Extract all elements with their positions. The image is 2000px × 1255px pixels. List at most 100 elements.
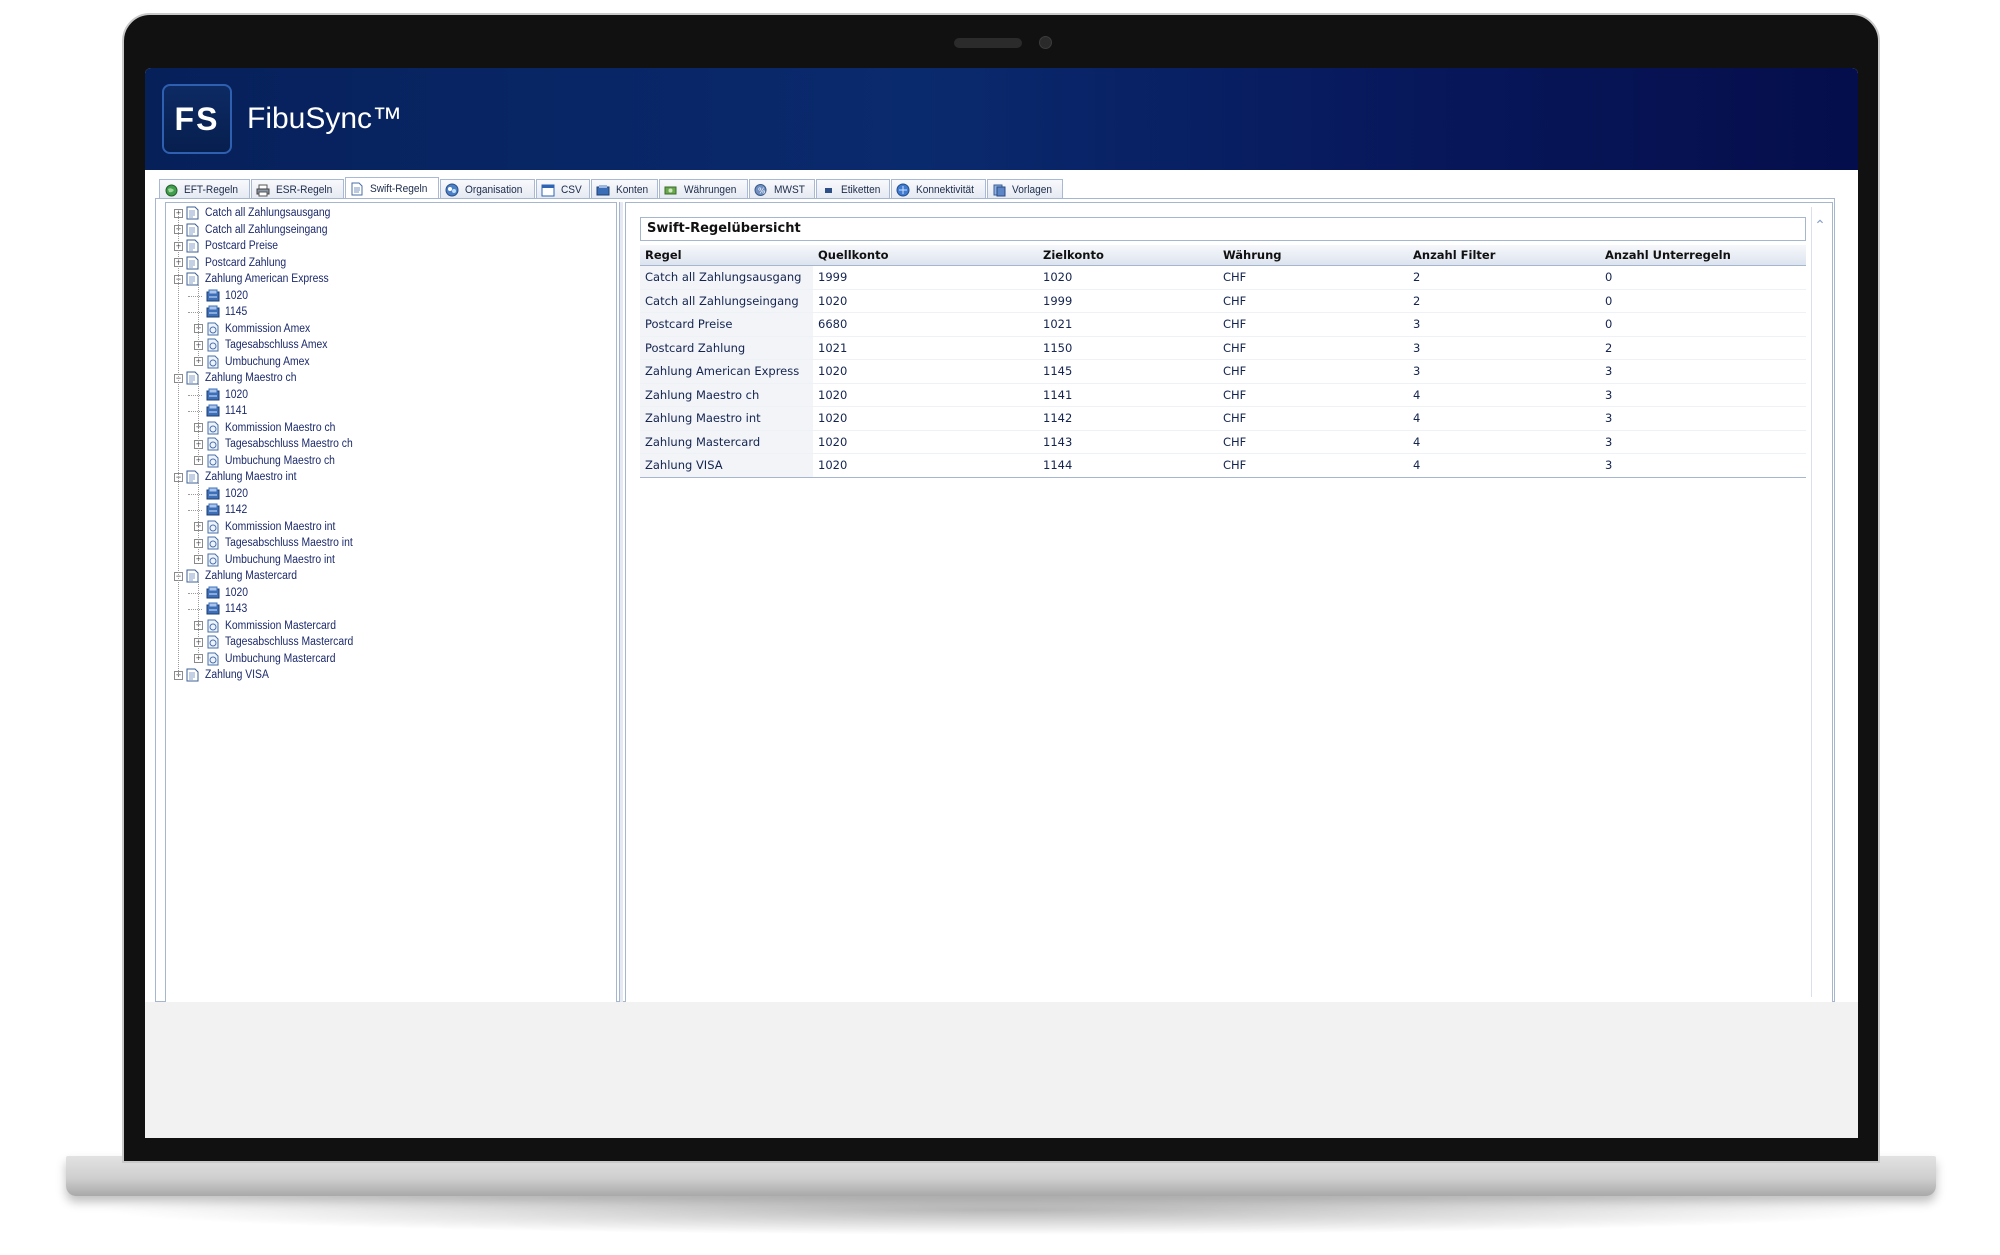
tree-node-subrule[interactable]: + Tagesabschluss Maestro ch	[194, 436, 367, 452]
app-body: EFT-Regeln ESR-Regeln Swift-Regeln Organisa…	[145, 170, 1858, 1002]
tab-swift-regeln[interactable]: Swift-Regeln	[344, 177, 440, 200]
table-cell: 1020	[813, 406, 1038, 431]
window-icon	[541, 183, 555, 197]
table-cell: 1020	[1038, 265, 1218, 290]
tab-label: EFT-Regeln	[184, 184, 239, 196]
tree-node-label: 1143	[225, 603, 248, 615]
content-panel: + Catch all Zahlungsausgang + Catch all Zah…	[155, 198, 1835, 1002]
vertical-scrollbar[interactable]	[1811, 207, 1830, 997]
tree-node-label: Kommission Maestro int	[225, 520, 336, 533]
tree-node-subrule[interactable]: + Tagesabschluss Maestro int	[194, 535, 367, 551]
table-row[interactable]: Zahlung American Express 1020 1145 CHF 3 3	[640, 359, 1806, 384]
table-cell: 1020	[813, 289, 1038, 313]
table-row[interactable]: Zahlung Maestro ch 1020 1141 CHF 4 3	[640, 383, 1806, 407]
table-cell: 1141	[1038, 383, 1218, 407]
subrule-icon	[206, 338, 220, 352]
tree-connector-line	[178, 213, 179, 675]
table-row[interactable]: Postcard Zahlung 1021 1150 CHF 3 2	[640, 336, 1806, 360]
tree-node-account[interactable]: 1141	[194, 403, 250, 419]
tree-node-subrule[interactable]: + Kommission Maestro int	[194, 519, 348, 535]
column-header[interactable]: Anzahl Unterregeln	[1600, 245, 1806, 266]
scroll-up-icon[interactable]: ⌃	[1812, 217, 1828, 234]
table-cell: 2	[1600, 336, 1806, 360]
table-cell: CHF	[1218, 359, 1408, 384]
column-header[interactable]: Währung	[1218, 245, 1408, 266]
table-cell: CHF	[1218, 265, 1408, 290]
tree-node-rule[interactable]: + Postcard Zahlung	[174, 255, 295, 271]
table-cell: 3	[1408, 359, 1600, 384]
table-row[interactable]: Zahlung VISA 1020 1144 CHF 4 3	[640, 453, 1806, 478]
rule-icon	[186, 239, 200, 253]
tree-node-rule[interactable]: − Zahlung Maestro ch	[174, 370, 307, 386]
tree-node-label: 1020	[225, 487, 249, 500]
table-cell: 1145	[1038, 359, 1218, 384]
tree-node-rule[interactable]: − Zahlung Maestro int	[174, 469, 307, 485]
tab-konten[interactable]: Konten	[591, 179, 659, 200]
tree-node-subrule[interactable]: + Umbuchung Maestro ch	[194, 453, 347, 469]
tree-node-label: Zahlung VISA	[205, 669, 269, 681]
column-header[interactable]: Regel	[640, 245, 813, 266]
tree-node-subrule[interactable]: + Umbuchung Amex	[194, 354, 319, 370]
rule-icon	[186, 668, 200, 682]
table-cell: 4	[1408, 383, 1600, 407]
tab-label: ESR-Regeln	[275, 184, 332, 196]
tab-csv[interactable]: CSV	[535, 179, 591, 200]
table-cell: 3	[1408, 312, 1600, 337]
tree-node-label: Kommission Maestro ch	[225, 421, 336, 434]
tree-node-account[interactable]: 1143	[194, 601, 250, 617]
tree-node-label: Zahlung American Express	[205, 273, 329, 285]
templates-icon	[992, 183, 1006, 197]
table-cell: 1150	[1038, 336, 1218, 360]
tree-node-label: Tagesabschluss Mastercard	[225, 636, 354, 648]
account-icon	[206, 503, 220, 517]
tree-node-rule[interactable]: + Postcard Preise	[174, 238, 286, 254]
account-icon	[206, 289, 220, 303]
tab-konnektivität[interactable]: Konnektivität	[891, 179, 987, 200]
tree-node-account[interactable]: 1020	[194, 387, 251, 403]
tree-node-rule[interactable]: − Zahlung Mastercard	[174, 568, 307, 584]
tab-label: Konnektivität	[916, 184, 975, 196]
tree-node-account[interactable]: 1020	[194, 288, 251, 304]
tree-node-account[interactable]: 1145	[194, 304, 250, 320]
tree-node-rule[interactable]: + Catch all Zahlungseingang	[174, 222, 341, 238]
tree-node-label: Catch all Zahlungseingang	[205, 223, 328, 236]
tree-node-rule[interactable]: − Zahlung American Express	[174, 271, 342, 287]
document-icon	[350, 182, 364, 196]
tree-node-subrule[interactable]: + Kommission Amex	[194, 321, 320, 337]
tree-node-account[interactable]: 1020	[194, 486, 251, 502]
tab-organisation[interactable]: Organisation	[440, 179, 535, 200]
currency-icon	[664, 183, 678, 197]
tree-node-account[interactable]: 1020	[194, 585, 251, 601]
overview-title: Swift-Regelübersicht	[640, 217, 1806, 241]
tree-node-subrule[interactable]: + Kommission Maestro ch	[194, 420, 348, 436]
tab-label: Organisation	[465, 184, 523, 196]
table-cell: Catch all Zahlungsausgang	[640, 265, 813, 290]
column-header[interactable]: Anzahl Filter	[1408, 245, 1600, 266]
tab-esr-regeln[interactable]: ESR-Regeln	[250, 179, 344, 200]
tab-etiketten[interactable]: Etiketten	[815, 179, 891, 200]
column-header[interactable]: Zielkonto	[1038, 245, 1218, 266]
table-row[interactable]: Catch all Zahlungseingang 1020 1999 CHF 2 0	[640, 289, 1806, 313]
tree-node-rule[interactable]: + Zahlung VISA	[174, 667, 276, 683]
tree-node-subrule[interactable]: + Umbuchung Maestro int	[194, 552, 347, 568]
tab-währungen[interactable]: Währungen	[659, 179, 748, 200]
tree-node-account[interactable]: 1142	[194, 502, 250, 518]
table-row[interactable]: Postcard Preise 6680 1021 CHF 3 0	[640, 312, 1806, 337]
tree-node-subrule[interactable]: + Umbuchung Mastercard	[194, 651, 348, 667]
table-cell: Postcard Zahlung	[640, 336, 813, 360]
tree-node-subrule[interactable]: + Tagesabschluss Amex	[194, 337, 339, 353]
column-header[interactable]: Quellkonto	[813, 245, 1038, 266]
tree-node-subrule[interactable]: + Tagesabschluss Mastercard	[194, 634, 368, 650]
tab-eft-regeln[interactable]: EFT-Regeln	[159, 179, 250, 200]
panel-splitter[interactable]	[619, 202, 623, 1002]
tree-node-subrule[interactable]: + Kommission Mastercard	[194, 618, 348, 634]
tab-mwst[interactable]: % MWST	[748, 179, 815, 200]
table-row[interactable]: Zahlung Maestro int 1020 1142 CHF 4 3	[640, 406, 1806, 431]
table-cell: 4	[1408, 406, 1600, 431]
tree-node-rule[interactable]: + Catch all Zahlungsausgang	[174, 205, 344, 221]
table-row[interactable]: Catch all Zahlungsausgang 1999 1020 CHF 2 0	[640, 265, 1806, 290]
tab-vorlagen[interactable]: Vorlagen	[987, 179, 1063, 200]
table-cell: Catch all Zahlungseingang	[640, 289, 813, 313]
tree-connector-line	[198, 384, 199, 461]
table-row[interactable]: Zahlung Mastercard 1020 1143 CHF 4 3	[640, 430, 1806, 454]
